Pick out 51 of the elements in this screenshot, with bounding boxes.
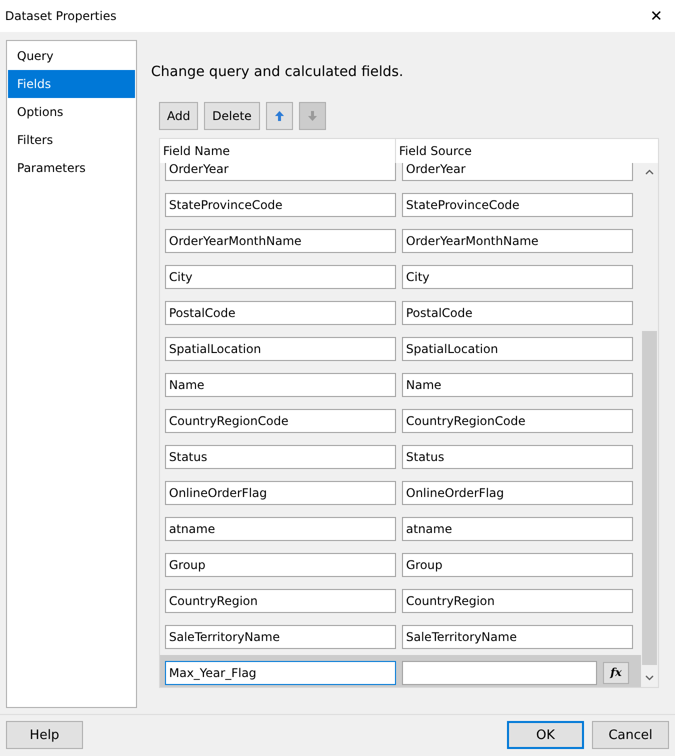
move-up-button[interactable] (266, 102, 293, 130)
field-name-input[interactable]: SaleTerritoryName (165, 624, 396, 649)
field-name-input[interactable]: atname (165, 516, 396, 541)
field-source-input[interactable]: Group (402, 552, 633, 577)
field-name-input[interactable]: Name (165, 372, 396, 397)
toolbar-button[interactable]: Delete (204, 102, 260, 130)
column-header: Field Source (398, 142, 473, 160)
selected-row[interactable]: Max_Year_Flag fx (160, 654, 641, 687)
field-source-input[interactable]: SpatialLocation (402, 336, 633, 361)
field-source-input[interactable]: StateProvinceCode (402, 192, 633, 217)
field-source-input[interactable]: PostalCode (402, 300, 633, 325)
field-source-input[interactable]: OrderYearMonthName (402, 228, 633, 253)
field-name-input[interactable]: CountryRegionCode (165, 408, 396, 433)
field-source-input[interactable]: OnlineOrderFlag (402, 480, 633, 505)
sidebar-item[interactable]: Filters (8, 126, 135, 154)
field-source-input[interactable]: OrderYear (402, 162, 633, 181)
field-name-input[interactable]: StateProvinceCode (165, 192, 396, 217)
field-source-input[interactable]: Status (402, 444, 633, 469)
ok-button[interactable]: OK (507, 721, 584, 750)
field-name-input[interactable]: Max_Year_Flag (165, 660, 396, 685)
down-arrow-icon (308, 110, 317, 121)
page-heading: Change query and calculated fields. (150, 64, 404, 82)
toolbar-button[interactable]: Add (159, 102, 198, 130)
field-source-input[interactable]: Name (402, 372, 633, 397)
expression-button[interactable]: fx (603, 662, 629, 684)
field-source-input[interactable]: CountryRegionCode (402, 408, 633, 433)
sidebar-item[interactable]: Options (8, 98, 135, 126)
field-name-input[interactable]: SpatialLocation (165, 336, 396, 361)
close-button[interactable]: ✕ (646, 4, 667, 27)
field-name-input[interactable]: Group (165, 552, 396, 577)
scroll-down-icon[interactable] (645, 674, 654, 681)
up-arrow-icon (274, 110, 284, 121)
field-source-input[interactable]: City (402, 264, 633, 289)
field-name-input[interactable]: PostalCode (165, 300, 396, 325)
sidebar-item[interactable]: Query (8, 42, 135, 70)
field-source-input[interactable]: atname (402, 516, 633, 541)
field-name-input[interactable]: OnlineOrderFlag (165, 480, 396, 505)
field-name-input[interactable]: CountryRegion (165, 588, 396, 613)
field-name-input[interactable]: Status (165, 444, 396, 469)
scroll-up-icon[interactable] (645, 168, 654, 175)
field-name-input[interactable]: City (165, 264, 396, 289)
field-name-input[interactable]: OrderYear (165, 162, 396, 181)
sidebar-item[interactable]: Fields (8, 70, 135, 98)
field-name-input[interactable]: OrderYearMonthName (165, 228, 396, 253)
field-source-input[interactable]: SaleTerritoryName (402, 624, 633, 649)
sidebar-item[interactable]: Parameters (8, 154, 135, 182)
cancel-button[interactable]: Cancel (592, 721, 669, 750)
help-button[interactable]: Help (6, 721, 83, 750)
field-source-input[interactable] (402, 660, 597, 685)
field-source-input[interactable]: CountryRegion (402, 588, 633, 613)
window-title: Dataset Properties (5, 8, 116, 23)
